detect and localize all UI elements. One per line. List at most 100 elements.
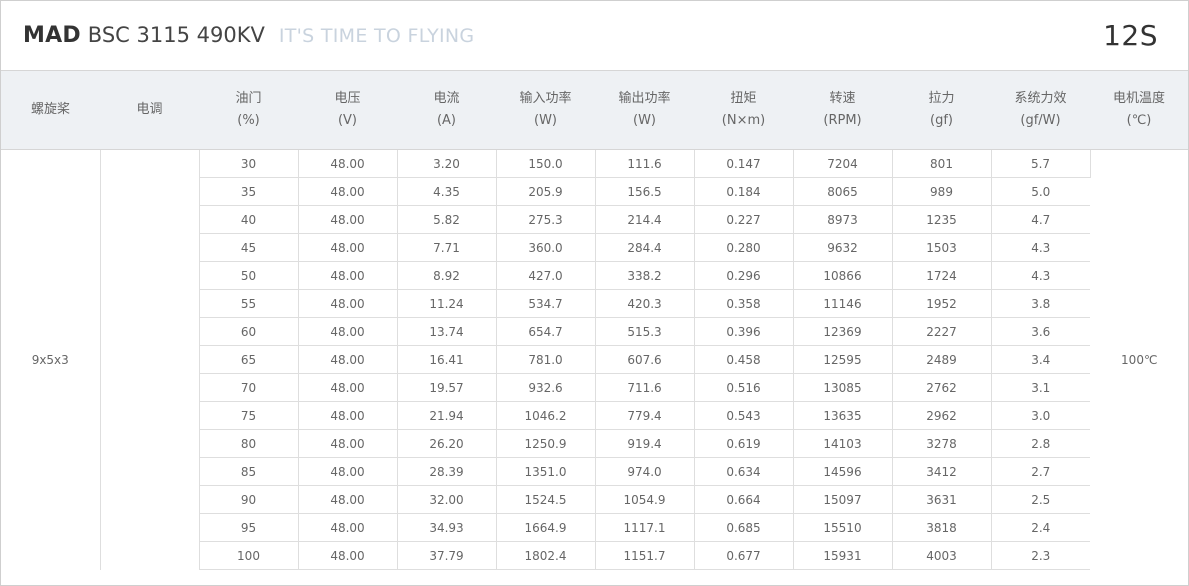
table-cell: 801 bbox=[892, 149, 992, 178]
table-cell: 11146 bbox=[793, 289, 893, 318]
table-cell: 534.7 bbox=[496, 289, 596, 318]
column-header: 油门 (%) bbox=[199, 71, 298, 150]
table-cell: 1952 bbox=[892, 289, 992, 318]
table-cell: 0.227 bbox=[694, 205, 794, 234]
table-cell: 284.4 bbox=[595, 233, 695, 262]
table-cell: 1524.5 bbox=[496, 485, 596, 514]
table-cell: 0.458 bbox=[694, 345, 794, 374]
column-header-unit: (%) bbox=[237, 113, 260, 128]
table-cell: 1151.7 bbox=[595, 541, 695, 570]
column-header: 电机温度 (℃) bbox=[1090, 71, 1188, 150]
table-cell: 1235 bbox=[892, 205, 992, 234]
table-cell: 60 bbox=[199, 317, 299, 346]
table-cell: 1724 bbox=[892, 261, 992, 290]
table-cell: 0.184 bbox=[694, 177, 794, 206]
column-header-unit: (gf) bbox=[930, 113, 953, 128]
table-cell: 338.2 bbox=[595, 261, 695, 290]
propeller-cell: 9x5x3 bbox=[1, 149, 101, 570]
table-cell: 3818 bbox=[892, 513, 992, 542]
table-cell: 85 bbox=[199, 457, 299, 486]
table-cell: 932.6 bbox=[496, 373, 596, 402]
table-cell: 0.685 bbox=[694, 513, 794, 542]
table-cell: 8.92 bbox=[397, 261, 497, 290]
table-cell: 5.7 bbox=[991, 149, 1091, 178]
column-header-unit: (℃) bbox=[1126, 113, 1152, 128]
column-header-name: 输出功率 bbox=[618, 91, 671, 106]
table-cell: 28.39 bbox=[397, 457, 497, 486]
table-cell: 1351.0 bbox=[496, 457, 596, 486]
table-cell: 100 bbox=[199, 541, 299, 570]
table-cell: 3.6 bbox=[991, 317, 1090, 346]
column-header: 电压 (V) bbox=[298, 71, 397, 150]
table-cell: 40 bbox=[199, 205, 299, 234]
table-cell: 711.6 bbox=[595, 373, 695, 402]
column-header-unit: (gf/W) bbox=[1020, 113, 1061, 128]
table-cell: 7204 bbox=[793, 149, 893, 178]
table-cell: 14103 bbox=[793, 429, 893, 458]
column-header-name: 输入功率 bbox=[519, 91, 572, 106]
table-cell: 12369 bbox=[793, 317, 893, 346]
table-cell: 13085 bbox=[793, 373, 893, 402]
table-cell: 5.82 bbox=[397, 205, 497, 234]
table-cell: 0.677 bbox=[694, 541, 794, 570]
table-cell: 35 bbox=[199, 177, 299, 206]
table-cell: 75 bbox=[199, 401, 299, 430]
column-header-name: 电机温度 bbox=[1112, 91, 1165, 106]
column-header: 电流 (A) bbox=[397, 71, 496, 150]
column-header-name: 螺旋桨 bbox=[30, 102, 70, 117]
table-cell: 3.20 bbox=[397, 149, 497, 178]
table-cell: 19.57 bbox=[397, 373, 497, 402]
table-cell: 48.00 bbox=[298, 177, 398, 206]
table-cell: 0.516 bbox=[694, 373, 794, 402]
table-cell: 48.00 bbox=[298, 289, 398, 318]
table-cell: 205.9 bbox=[496, 177, 596, 206]
table-cell: 95 bbox=[199, 513, 299, 542]
table-cell: 13.74 bbox=[397, 317, 497, 346]
table-cell: 4003 bbox=[892, 541, 992, 570]
table-cell: 989 bbox=[892, 177, 992, 206]
table-cell: 420.3 bbox=[595, 289, 695, 318]
table-cell: 2762 bbox=[892, 373, 992, 402]
table-cell: 7.71 bbox=[397, 233, 497, 262]
table-cell: 48.00 bbox=[298, 233, 398, 262]
column-header-name: 扭矩 bbox=[730, 91, 757, 106]
table-cell: 48.00 bbox=[298, 457, 398, 486]
table-cell: 2227 bbox=[892, 317, 992, 346]
table-cell: 360.0 bbox=[496, 233, 596, 262]
table-cell: 48.00 bbox=[298, 373, 398, 402]
table-cell: 48.00 bbox=[298, 513, 398, 542]
table-cell: 3.1 bbox=[991, 373, 1090, 402]
title-group: MAD BSC 3115 490KV IT'S TIME TO FLYING bbox=[23, 23, 474, 48]
brand-name: MAD bbox=[23, 23, 81, 48]
table-cell: 48.00 bbox=[298, 345, 398, 374]
table-cell: 3412 bbox=[892, 457, 992, 486]
table-cell: 2.3 bbox=[991, 541, 1090, 570]
table-cell: 80 bbox=[199, 429, 299, 458]
table-cell: 2.8 bbox=[991, 429, 1090, 458]
cell-count: 12S bbox=[1103, 19, 1158, 52]
slogan-text: IT'S TIME TO FLYING bbox=[278, 25, 475, 47]
table-cell: 654.7 bbox=[496, 317, 596, 346]
column-header: 电调 bbox=[100, 71, 199, 150]
column-header-name: 拉力 bbox=[928, 91, 955, 106]
table-cell: 12595 bbox=[793, 345, 893, 374]
table-cell: 32.00 bbox=[397, 485, 497, 514]
table-cell: 48.00 bbox=[298, 149, 398, 178]
table-cell: 37.79 bbox=[397, 541, 497, 570]
table-cell: 1117.1 bbox=[595, 513, 695, 542]
table-cell: 3278 bbox=[892, 429, 992, 458]
table-cell: 14596 bbox=[793, 457, 893, 486]
table-cell: 5.0 bbox=[991, 177, 1090, 206]
table-cell: 919.4 bbox=[595, 429, 695, 458]
table-body: 9x5x3 30 48.00 3.20 150.0 111.6 0.147 7204 801 5.… bbox=[1, 149, 1188, 570]
table-cell: 34.93 bbox=[397, 513, 497, 542]
table-cell: 15097 bbox=[793, 485, 893, 514]
table-cell: 1503 bbox=[892, 233, 992, 262]
table-cell: 8973 bbox=[793, 205, 893, 234]
column-header-name: 转速 bbox=[829, 91, 856, 106]
table-cell: 0.543 bbox=[694, 401, 794, 430]
column-header-unit: (W) bbox=[633, 113, 656, 128]
table-cell: 111.6 bbox=[595, 149, 695, 178]
table-cell: 0.147 bbox=[694, 149, 794, 178]
table-header: 螺旋桨 电调 油门 (%) 电压 (V) 电流 (A) 输入功率 (W) 输出功率 (W) 扭矩 (N×m… bbox=[1, 71, 1188, 150]
